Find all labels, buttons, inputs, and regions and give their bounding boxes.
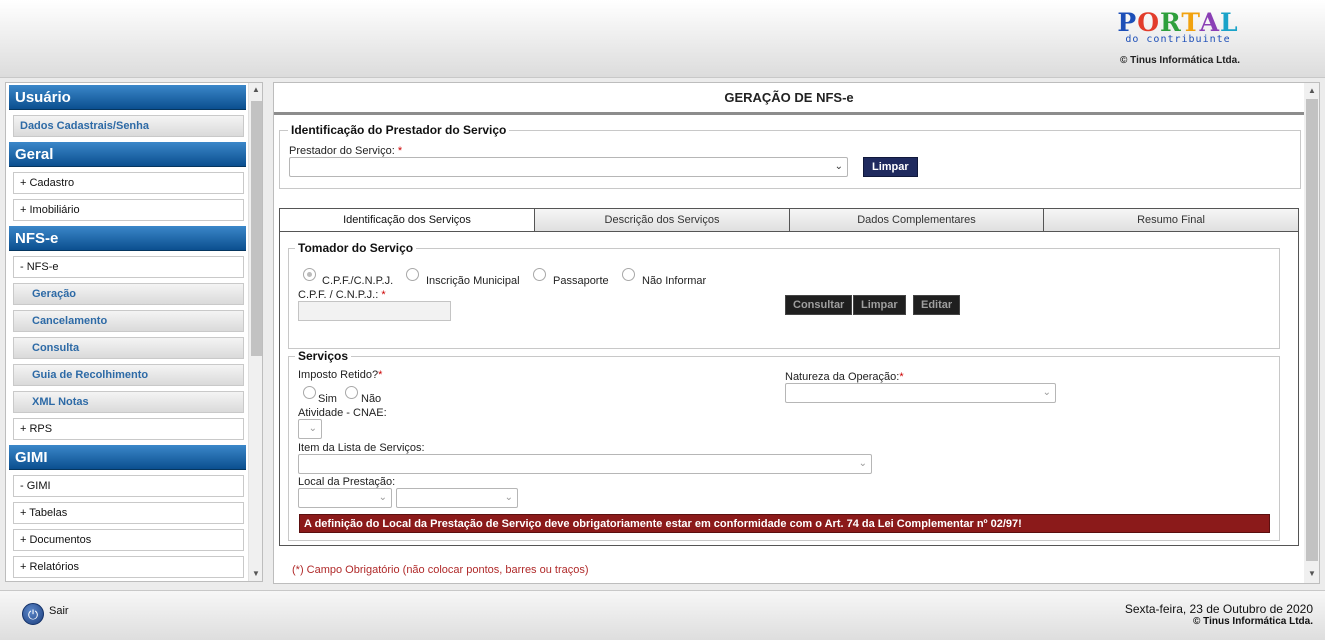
radio-passaporte[interactable] (533, 268, 546, 281)
radio-nao-informar[interactable] (622, 268, 635, 281)
radio-passaporte-label: Passaporte (553, 275, 609, 287)
sidebar-item-rps[interactable]: + RPS (13, 418, 244, 440)
radio-inscricao-municipal[interactable] (406, 268, 419, 281)
scroll-up-icon[interactable]: ▲ (252, 85, 260, 94)
tomador-legend: Tomador do Serviço (298, 241, 414, 255)
sidebar-item-tabelas[interactable]: + Tabelas (13, 502, 244, 524)
sidebar-scroll-thumb[interactable] (251, 101, 262, 356)
power-icon[interactable]: ⏻ (22, 603, 44, 625)
sidebar-item-documentos[interactable]: + Documentos (13, 529, 244, 551)
chevron-down-icon: ⌄ (1042, 387, 1051, 398)
header-copyright: © Tinus Informática Ltda. (1120, 55, 1240, 66)
section-geral: Geral (9, 142, 246, 167)
tab-bar: Identificação dos Serviços Descrição dos… (279, 208, 1299, 232)
sidebar-item-imobiliario[interactable]: + Imobiliário (13, 199, 244, 221)
footer-copyright: © Tinus Informática Ltda. (1193, 616, 1313, 627)
page-header: PORTAL do contribuinte © Tinus Informáti… (0, 0, 1325, 78)
tab-descricao[interactable]: Descrição dos Serviços (534, 208, 790, 232)
page-title: GERAÇÃO DE NFS-e (274, 83, 1304, 115)
main-scroll-thumb[interactable] (1306, 99, 1318, 561)
local-prestacao-uf-select[interactable]: ⌄ (298, 488, 392, 508)
natureza-operacao-label: Natureza da Operação:* (785, 371, 904, 383)
sidebar: Usuário Dados Cadastrais/Senha Geral + C… (5, 82, 263, 582)
chevron-down-icon: ⌄ (858, 458, 867, 469)
page-footer: ⏻ Sair Sexta-feira, 23 de Outubro de 202… (0, 590, 1325, 640)
chevron-down-icon: ⌄ (504, 492, 513, 503)
limpar-button[interactable]: Limpar (853, 295, 906, 315)
sidebar-item-dados-cadastrais[interactable]: Dados Cadastrais/Senha (13, 115, 244, 137)
sidebar-item-cancelamento[interactable]: Cancelamento (13, 310, 244, 332)
item-lista-select[interactable]: ⌄ (298, 454, 872, 474)
cpf-cnpj-label: C.P.F. / C.N.P.J.: * (298, 289, 386, 301)
tab-resumo-final[interactable]: Resumo Final (1043, 208, 1299, 232)
sidebar-item-guia-recolhimento[interactable]: Guia de Recolhimento (13, 364, 244, 386)
editar-button[interactable]: Editar (913, 295, 961, 315)
item-lista-label: Item da Lista de Serviços: (298, 442, 425, 454)
prestador-select[interactable]: ⌄ (289, 157, 848, 177)
tab-dados-complementares[interactable]: Dados Complementares (789, 208, 1044, 232)
atividade-cnae-select[interactable]: ⌄ (298, 419, 322, 439)
sidebar-item-geracao[interactable]: Geração (13, 283, 244, 305)
atividade-cnae-label: Atividade - CNAE: (298, 407, 387, 419)
local-prestacao-alert: A definição do Local da Prestação de Ser… (299, 514, 1270, 533)
radio-imposto-nao[interactable] (345, 386, 358, 399)
section-nfse: NFS-e (9, 226, 246, 251)
scroll-down-icon[interactable]: ▼ (252, 569, 260, 578)
radio-cpf-cnpj[interactable] (303, 268, 316, 281)
portal-logo: PORTAL do contribuinte (1108, 8, 1248, 46)
current-date: Sexta-feira, 23 de Outubro de 2020 (1124, 602, 1313, 616)
tomador-fieldset: Tomador do Serviço (288, 241, 1280, 349)
chevron-down-icon: ⌄ (378, 492, 387, 503)
main-scrollbar[interactable]: ▲ ▼ (1304, 83, 1319, 583)
radio-imposto-sim[interactable] (303, 386, 316, 399)
main-content: GERAÇÃO DE NFS-e Identificação do Presta… (273, 82, 1320, 584)
radio-nao-informar-label: Não Informar (642, 275, 707, 287)
prestador-legend: Identificação do Prestador do Serviço (291, 123, 507, 137)
section-gimi: GIMI (9, 445, 246, 470)
sidebar-item-relatorios[interactable]: + Relatórios (13, 556, 244, 578)
servicos-legend: Serviços (298, 349, 349, 363)
local-prestacao-label: Local da Prestação: (298, 476, 396, 488)
section-usuario: Usuário (9, 85, 246, 110)
radio-imposto-sim-label: Sim (318, 393, 337, 405)
radio-imposto-nao-label: Não (361, 393, 382, 405)
chevron-down-icon: ⌄ (308, 423, 317, 434)
sidebar-item-consulta[interactable]: Consulta (13, 337, 244, 359)
prestador-label: Prestador do Serviço: * (289, 145, 403, 157)
sidebar-scrollbar[interactable]: ▲ ▼ (248, 83, 262, 581)
tab-identificacao[interactable]: Identificação dos Serviços (279, 208, 535, 232)
radio-cpf-cnpj-label: C.P.F./C.N.P.J. (322, 275, 394, 287)
logo-title: PORTAL (1117, 8, 1239, 37)
required-field-note: (*) Campo Obrigatório (não colocar ponto… (292, 564, 589, 576)
cpf-cnpj-input[interactable] (298, 301, 451, 321)
local-prestacao-municipio-select[interactable]: ⌄ (396, 488, 518, 508)
radio-inscricao-municipal-label: Inscrição Municipal (426, 275, 520, 287)
imposto-retido-label: Imposto Retido?* (298, 369, 383, 381)
sidebar-item-cadastro[interactable]: + Cadastro (13, 172, 244, 194)
servicos-fieldset: Serviços (288, 349, 1280, 541)
chevron-down-icon: ⌄ (834, 161, 843, 172)
prestador-clear-button[interactable]: Limpar (863, 157, 918, 177)
natureza-operacao-select[interactable]: ⌄ (785, 383, 1056, 403)
logout-link[interactable]: Sair (49, 605, 69, 617)
consultar-button[interactable]: Consultar (785, 295, 853, 315)
prestador-fieldset: Identificação do Prestador do Serviço (279, 123, 1301, 189)
scroll-up-icon[interactable]: ▲ (1308, 86, 1316, 95)
sidebar-item-xml-notas[interactable]: XML Notas (13, 391, 244, 413)
scroll-down-icon[interactable]: ▼ (1308, 569, 1316, 578)
sidebar-item-gimi[interactable]: - GIMI (13, 475, 244, 497)
logo-subtitle: do contribuinte (1125, 34, 1231, 45)
sidebar-item-nfse[interactable]: - NFS-e (13, 256, 244, 278)
